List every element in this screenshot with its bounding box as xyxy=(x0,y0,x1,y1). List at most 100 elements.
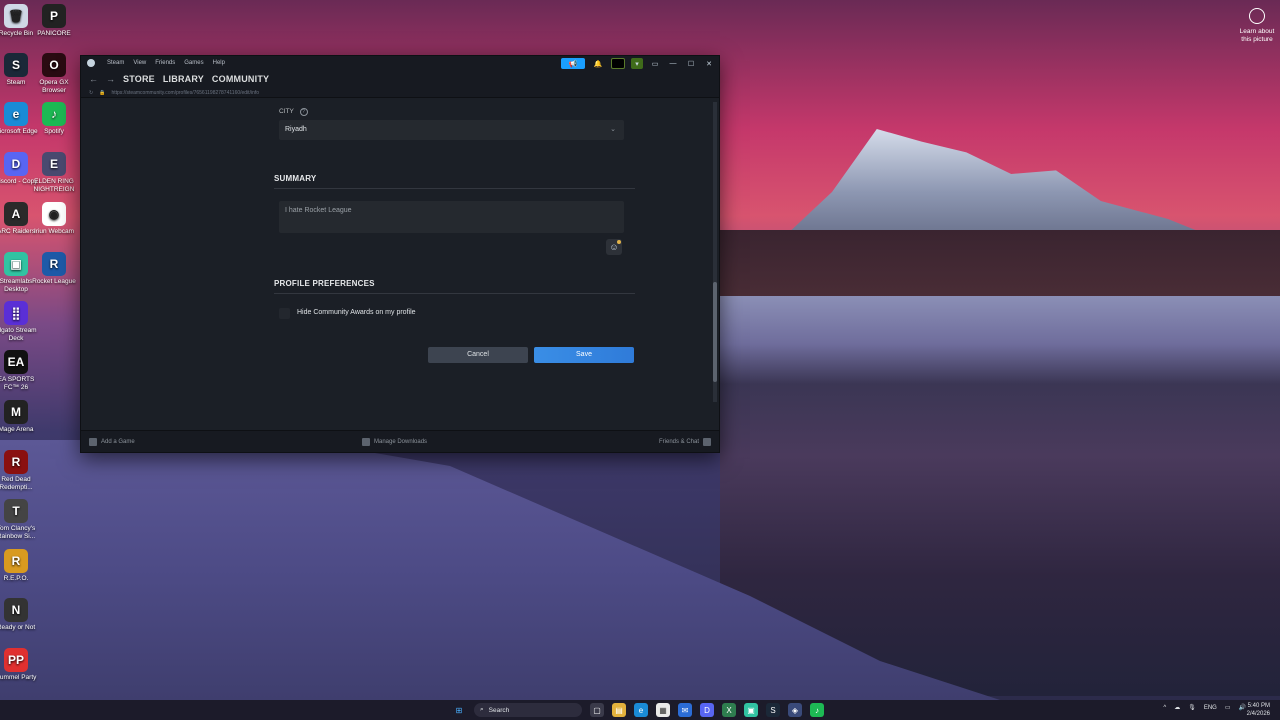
app-icon: A xyxy=(4,202,28,226)
menu-games[interactable]: Games xyxy=(184,60,203,66)
tab-store[interactable]: STORE xyxy=(123,74,155,84)
taskbar-search[interactable]: ⌕ Search xyxy=(474,703,582,717)
minimize-icon[interactable]: — xyxy=(667,58,679,69)
app-icon: E xyxy=(42,152,66,176)
profile-edit-content: CITY ? Riyadh ⌄ SUMMARY I hate Rocket Le… xyxy=(81,99,715,432)
desktop-icon-ea-sports-fc-26[interactable]: EA EA SPORTS FC™ 26 xyxy=(0,350,40,392)
steam-taskbar-icon[interactable]: S xyxy=(766,703,780,717)
city-value: Riyadh xyxy=(285,126,307,133)
desktop-icon-label: R.E.P.O. xyxy=(3,575,29,582)
url-text[interactable]: https://steamcommunity.com/profiles/7656… xyxy=(111,90,259,96)
desktop-icon-pummel-party[interactable]: PP Pummel Party xyxy=(0,648,40,682)
announcements-button[interactable]: 📢 xyxy=(561,58,585,69)
menu-help[interactable]: Help xyxy=(213,60,225,66)
tab-library[interactable]: LIBRARY xyxy=(163,74,204,84)
desktop-icon-panicore[interactable]: P PANICORE xyxy=(30,4,78,38)
chevron-up-icon[interactable]: ^ xyxy=(1163,705,1166,711)
scrollbar[interactable] xyxy=(713,102,717,402)
notifications-bell-icon[interactable]: 🔔 xyxy=(591,58,605,69)
hide-awards-checkbox[interactable] xyxy=(279,308,290,319)
language-indicator[interactable]: ENG xyxy=(1204,705,1217,711)
clock-date: 2/4/2026 xyxy=(1246,711,1270,717)
help-icon[interactable]: ? xyxy=(299,108,308,116)
microphone-icon[interactable]: 🎙 xyxy=(1188,704,1196,711)
app-icon: R xyxy=(4,549,28,573)
hide-awards-label: Hide Community Awards on my profile xyxy=(297,309,416,316)
menu-view[interactable]: View xyxy=(133,60,146,66)
back-arrow-icon[interactable]: ← xyxy=(89,74,98,84)
manage-downloads-button[interactable]: Manage Downloads xyxy=(362,437,427,446)
app-icon: M xyxy=(4,400,28,424)
network-icon[interactable]: ▭ xyxy=(1225,704,1231,711)
discord-icon[interactable]: D xyxy=(700,703,714,717)
cancel-button[interactable]: Cancel xyxy=(428,347,528,363)
onedrive-icon[interactable]: ☁ xyxy=(1174,704,1180,711)
streamlabs-icon[interactable]: ▣ xyxy=(744,703,758,717)
desktop-icon-ready-or-not[interactable]: N Ready or Not xyxy=(0,598,40,632)
learn-about-picture[interactable]: Learn about this picture xyxy=(1236,8,1278,44)
friends-chat-label: Friends & Chat xyxy=(659,438,700,445)
friends-chat-button[interactable]: Friends & Chat xyxy=(659,437,712,446)
desktop-icon-mage-arena[interactable]: M Mage Arena xyxy=(0,400,40,434)
desktop-icon-label: Mage Arena xyxy=(0,426,34,433)
bigpicture-icon[interactable]: ▭ xyxy=(649,58,661,69)
maximize-icon[interactable]: ☐ xyxy=(685,58,697,69)
summary-divider xyxy=(274,188,635,189)
clock[interactable]: 5:40 PM 2/4/2026 xyxy=(1247,702,1270,718)
desktop-icon-opera-gx-browser[interactable]: O Opera GX Browser xyxy=(30,53,78,95)
windows-start-icon[interactable]: ⊞ xyxy=(452,703,466,717)
steam-logo-icon xyxy=(87,59,98,67)
app-icon: PP xyxy=(4,648,28,672)
desktop-icon-spotify[interactable]: ♪ Spotify xyxy=(30,102,78,136)
city-dropdown[interactable]: Riyadh ⌄ xyxy=(279,120,624,140)
save-button[interactable]: Save xyxy=(534,347,634,363)
photos-icon[interactable]: ▦ xyxy=(656,703,670,717)
vpn-icon[interactable]: ◈ xyxy=(788,703,802,717)
taskview-icon[interactable]: ▢ xyxy=(590,703,604,717)
app-icon: EA xyxy=(4,350,28,374)
excel-icon[interactable]: X xyxy=(722,703,736,717)
forward-arrow-icon[interactable]: → xyxy=(106,74,115,84)
avatar[interactable] xyxy=(611,58,625,69)
add-game-button[interactable]: Add a Game xyxy=(89,437,135,446)
scrollbar-thumb[interactable] xyxy=(713,282,717,382)
emoji-dot xyxy=(617,240,621,244)
search-label: Search xyxy=(488,706,510,714)
file-explorer-icon[interactable]: ▤ xyxy=(612,703,626,717)
menu-steam[interactable]: Steam xyxy=(107,60,124,66)
close-icon[interactable]: ✕ xyxy=(703,58,715,69)
profile-preferences-heading: PROFILE PREFERENCES xyxy=(274,279,375,288)
desktop-icon-elgato-stream-deck[interactable]: ⣿ Elgato Stream Deck xyxy=(0,301,40,343)
tab-community[interactable]: COMMUNITY xyxy=(212,74,269,84)
desktop-icon-label: Rocket League xyxy=(32,278,76,285)
desktop-icon-tom-clancy-s-rainbow-si[interactable]: T Tom Clancy's Rainbow Si... xyxy=(0,499,40,541)
reload-icon[interactable]: ↻ xyxy=(89,90,93,96)
desktop-icon-label: PANICORE xyxy=(37,30,71,37)
chat-icon xyxy=(703,437,712,446)
desktop-icon-iriun-webcam[interactable]: ◉ Iriun Webcam xyxy=(30,202,78,236)
edge-icon[interactable]: e xyxy=(634,703,648,717)
desktop-icon-rocket-league[interactable]: R Rocket League xyxy=(30,252,78,286)
spotify-icon[interactable]: ♪ xyxy=(810,703,824,717)
summary-text: I hate Rocket League xyxy=(285,207,352,214)
steam-window: Steam View Friends Games Help 📢 🔔 ▾ ▭ — … xyxy=(80,55,720,453)
app-icon: T xyxy=(4,499,28,523)
desktop-icon-red-dead-redempti[interactable]: R Red Dead Redempti... xyxy=(0,450,40,492)
desktop-icon-label: Elgato Stream Deck xyxy=(0,327,37,342)
account-dropdown-icon[interactable]: ▾ xyxy=(631,58,643,69)
app-icon: ♪ xyxy=(42,102,66,126)
app-icon: e xyxy=(4,102,28,126)
mail-icon[interactable]: ✉ xyxy=(678,703,692,717)
menu-friends[interactable]: Friends xyxy=(155,60,175,66)
desktop-icon-r-e-p-o[interactable]: R R.E.P.O. xyxy=(0,549,40,583)
clock-time: 5:40 PM xyxy=(1247,703,1270,709)
desktop-icon-label: Red Dead Redempti... xyxy=(0,476,33,491)
desktop-icon-label: Opera GX Browser xyxy=(39,79,69,94)
emoji-picker-button[interactable]: ☺ xyxy=(606,239,622,255)
titlebar-controls: 📢 🔔 ▾ ▭ — ☐ ✕ xyxy=(561,58,715,69)
desktop-icon-elden-ring-nightreign[interactable]: E ELDEN RING NIGHTREIGN xyxy=(30,152,78,194)
desktop-icon-label: Pummel Party xyxy=(0,674,37,681)
volume-icon[interactable]: 🔊 xyxy=(1239,704,1246,711)
app-icon: D xyxy=(4,152,28,176)
summary-textarea[interactable]: I hate Rocket League xyxy=(279,201,624,233)
